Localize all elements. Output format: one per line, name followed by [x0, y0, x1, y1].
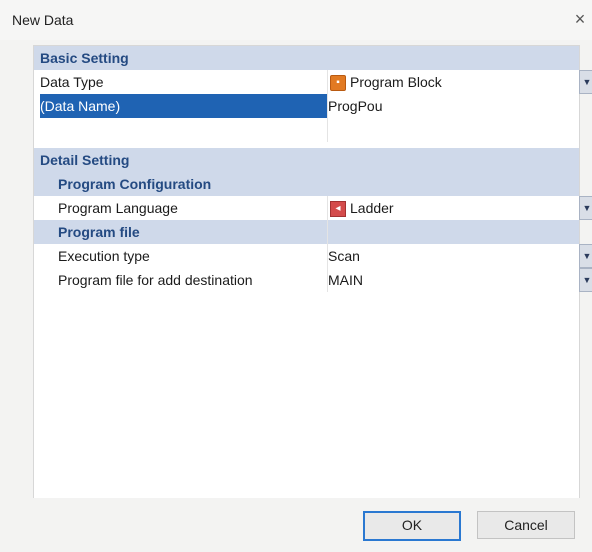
category-basic-setting[interactable]: Basic Setting	[34, 46, 579, 70]
category-label: Program Configuration	[58, 176, 212, 192]
dropdown-arrow-icon[interactable]: ▼	[579, 196, 592, 220]
title-bar: New Data ×	[0, 0, 592, 40]
value-text: Scan	[328, 248, 360, 264]
property-grid[interactable]: Basic Setting Data Type ▪ Program Block …	[33, 45, 592, 499]
dialog-footer: OK Cancel	[0, 498, 592, 552]
property-label: Program file for add destination	[58, 272, 253, 288]
value-text: Ladder	[350, 200, 394, 216]
ok-button[interactable]: OK	[363, 511, 461, 541]
dropdown-arrow-icon[interactable]: ▼	[579, 70, 592, 94]
column-divider	[327, 70, 328, 142]
category-program-configuration[interactable]: Program Configuration	[34, 172, 579, 196]
value-text: Program Block	[350, 74, 442, 90]
category-label: Basic Setting	[40, 50, 129, 66]
category-detail-setting[interactable]: Detail Setting	[34, 148, 579, 172]
property-value[interactable]: MAIN	[328, 268, 579, 292]
program-block-icon: ▪	[330, 75, 346, 91]
property-label: Program Language	[58, 200, 178, 216]
property-program-language[interactable]: Program Language ◂ Ladder ▼	[34, 196, 592, 220]
property-label: Execution type	[58, 248, 150, 264]
dialog-title: New Data	[12, 12, 74, 28]
column-divider	[327, 196, 328, 292]
property-data-type[interactable]: Data Type ▪ Program Block ▼	[34, 70, 592, 94]
dropdown-arrow-icon[interactable]: ▼	[579, 244, 592, 268]
value-text: ProgPou	[328, 98, 383, 114]
value-text: MAIN	[328, 272, 363, 288]
category-label: Detail Setting	[40, 152, 130, 168]
close-icon[interactable]: ×	[570, 8, 590, 30]
dropdown-arrow-icon[interactable]: ▼	[579, 268, 592, 292]
category-label: Program file	[58, 224, 140, 240]
cancel-button[interactable]: Cancel	[477, 511, 575, 539]
property-value[interactable]: Scan	[328, 244, 579, 268]
data-name-input[interactable]: ProgPou	[328, 94, 579, 118]
property-label-selected: (Data Name)	[40, 94, 327, 118]
category-program-file[interactable]: Program file	[34, 220, 579, 244]
empty-row	[34, 118, 579, 142]
property-value[interactable]: ▪ Program Block	[328, 70, 579, 94]
property-data-name[interactable]: (Data Name) ProgPou	[34, 94, 579, 118]
property-add-destination[interactable]: Program file for add destination MAIN ▼	[34, 268, 592, 292]
property-execution-type[interactable]: Execution type Scan ▼	[34, 244, 592, 268]
property-value[interactable]: ◂ Ladder	[328, 196, 579, 220]
property-label: Data Type	[40, 74, 104, 90]
ladder-icon: ◂	[330, 201, 346, 217]
